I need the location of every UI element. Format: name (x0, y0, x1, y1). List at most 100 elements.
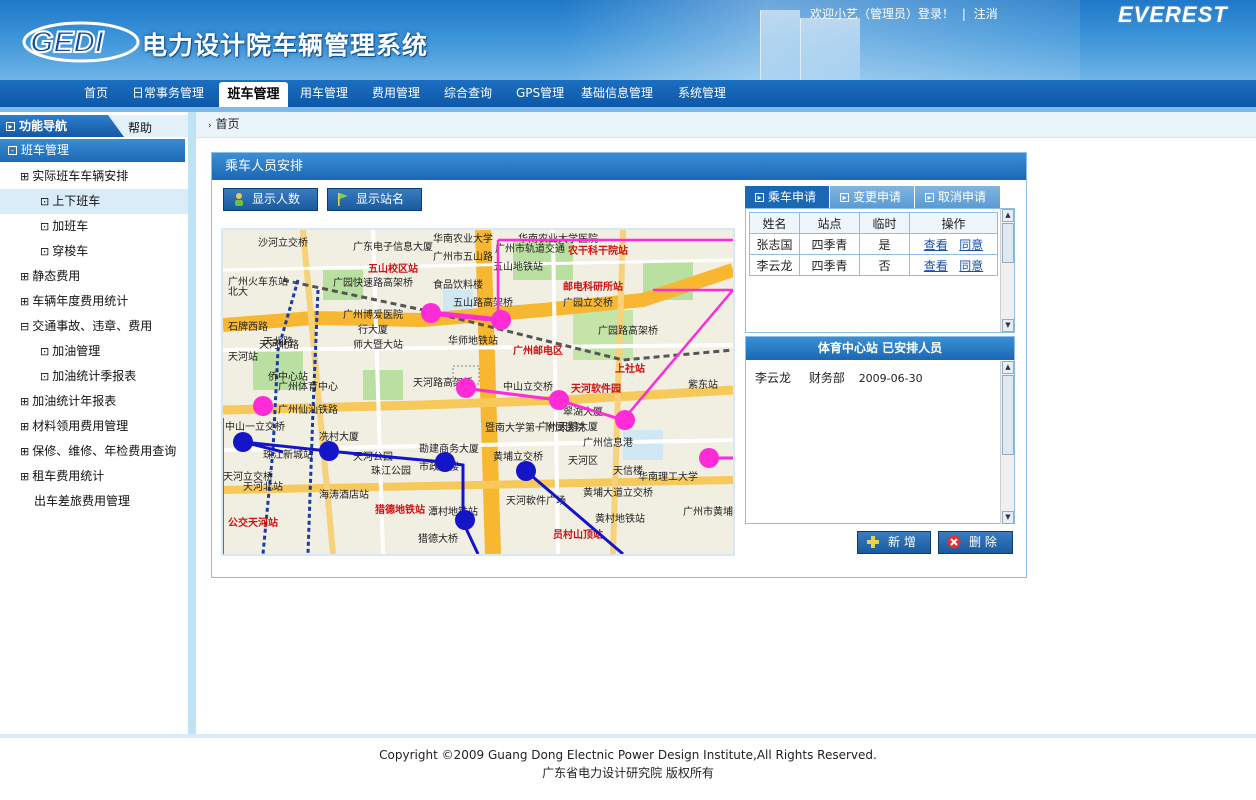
gedi-logo: GEDI (22, 21, 140, 63)
panel-title: 乘车人员安排 (212, 153, 1026, 180)
everest-logo: EVEREST (1118, 2, 1228, 27)
agree-link[interactable]: 同意 (959, 238, 983, 252)
nav-system[interactable]: 系统管理 (678, 84, 726, 101)
help-link[interactable]: 帮助 (128, 119, 152, 136)
delete-icon (947, 535, 961, 549)
grid-scrollbar[interactable]: ▲ ▼ (1000, 209, 1014, 332)
tab-expand-icon: ▸ (840, 193, 849, 202)
copyright: Copyright ©2009 Guang Dong Electnic Powe… (379, 748, 877, 762)
station-marker[interactable] (549, 390, 569, 410)
station-marker[interactable] (615, 410, 635, 430)
table-header-row: 姓名 站点 临时 操作 (749, 212, 998, 234)
map-label: 食品饮料楼 (433, 278, 483, 291)
agree-link[interactable]: 同意 (959, 259, 983, 273)
station-marker[interactable] (435, 452, 455, 472)
scroll-thumb[interactable] (1002, 223, 1014, 263)
nav-expense[interactable]: 费用管理 (372, 84, 420, 101)
tab-label: 功能导航 (19, 119, 68, 133)
breadcrumb-home[interactable]: 首页 (215, 117, 239, 131)
sidebar-item[interactable]: ⊟ 交通事故、违章、费用 (0, 314, 188, 339)
sidebar-item[interactable]: ⊞ 实际班车车辆安排 (0, 164, 188, 189)
group-label: 班车管理 (21, 143, 70, 157)
station-marker[interactable] (253, 396, 273, 416)
logout-link[interactable]: 注消 (974, 7, 998, 21)
station-marker[interactable] (455, 510, 475, 530)
sidebar-item-label: 保修、维修、年检费用查询 (32, 444, 177, 458)
sidebar-item-label: 静态费用 (32, 269, 81, 283)
tab-ride-request[interactable]: ▸ 乘车申请 (745, 186, 829, 208)
map-label: 紫东站 (688, 378, 718, 391)
staff-scrollbar[interactable]: ▲ ▼ (1000, 361, 1014, 524)
map-label: 师大暨大站 (353, 338, 403, 351)
sidebar-item-label: 交通事故、违章、费用 (32, 319, 153, 333)
scroll-thumb[interactable] (1002, 375, 1014, 455)
map-label: 广州仙汕铁路 (278, 403, 338, 416)
sidebar-item[interactable]: ⊞ 保修、维修、年检费用查询 (0, 439, 188, 464)
scroll-up-icon[interactable]: ▲ (1002, 209, 1014, 222)
sidebar-group-shuttle[interactable]: - 班车管理 (0, 139, 185, 162)
sidebar-item[interactable]: ⊞ 静态费用 (0, 264, 188, 289)
map-label: 猎德地铁站 (375, 503, 425, 516)
station-marker[interactable] (516, 461, 536, 481)
scroll-up-icon[interactable]: ▲ (1002, 361, 1014, 374)
view-link[interactable]: 查看 (924, 238, 948, 252)
map-label: 农干科干院站 (567, 244, 628, 257)
map-label: 黄埔立交桥 (493, 450, 543, 463)
tab-function-nav[interactable]: ▸ 功能导航 (0, 115, 124, 137)
scroll-down-icon[interactable]: ▼ (1002, 511, 1014, 524)
sidebar-item[interactable]: ⊡ 加油统计季报表 (0, 364, 188, 389)
request-grid: 姓名 站点 临时 操作 张志国 四季青 是 查看 同意 李云龙 四季青 否 查看… (745, 208, 1015, 333)
tab-label: 变更申请 (853, 190, 902, 204)
welcome-text: 欢迎小艺（管理员）登录！ (810, 7, 955, 21)
request-tabs: ▸ 乘车申请 ▸ 变更申请 ▸ 取消申请 (745, 186, 1015, 208)
station-marker[interactable] (233, 432, 253, 452)
sidebar-item[interactable]: ⊞ 材料领用费用管理 (0, 414, 188, 439)
sidebar-item[interactable]: ⊞ 车辆年度费用统计 (0, 289, 188, 314)
show-count-button[interactable]: 显示人数 (223, 188, 318, 211)
sidebar-item-label: 车辆年度费用统计 (32, 294, 129, 308)
sidebar-item-label: 加油统计年报表 (32, 394, 117, 408)
nav-query[interactable]: 综合查询 (444, 84, 492, 101)
collapse-icon: - (8, 146, 17, 155)
tab-label: 取消申请 (938, 190, 987, 204)
map-label: 五山路高架桥 (453, 296, 513, 309)
sidebar-item[interactable]: ⊞ 租车费用统计 (0, 464, 188, 489)
map-park (363, 370, 403, 400)
plus-icon (867, 536, 879, 548)
delete-button[interactable]: 删 除 (938, 531, 1013, 554)
station-marker[interactable] (456, 378, 476, 398)
sidebar-item[interactable]: ⊡ 加班车 (0, 214, 188, 239)
nav-gps[interactable]: GPS管理 (516, 84, 564, 101)
map-label: 沙河立交桥 (258, 236, 308, 249)
nav-vehicle-use[interactable]: 用车管理 (300, 84, 348, 101)
scroll-down-icon[interactable]: ▼ (1002, 319, 1014, 332)
sidebar-item-label: 材料领用费用管理 (32, 419, 129, 433)
nav-basic-info[interactable]: 基础信息管理 (581, 84, 653, 101)
map-label: 石牌西路 (228, 320, 268, 333)
sidebar-item[interactable]: ⊡ 穿梭车 (0, 239, 188, 264)
show-station-button[interactable]: 显示站名 (327, 188, 422, 211)
station-marker[interactable] (319, 441, 339, 461)
tree-toggle-icon: ⊞ (20, 295, 30, 308)
sidebar-item-label: 租车费用统计 (32, 469, 105, 483)
station-marker[interactable] (491, 310, 511, 330)
sidebar-item[interactable]: ⊡ 加油管理 (0, 339, 188, 364)
station-marker[interactable] (421, 303, 441, 323)
sidebar-item[interactable]: ⊡ 上下班车 (0, 189, 188, 214)
tab-change-request[interactable]: ▸ 变更申请 (830, 186, 914, 208)
tab-cancel-request[interactable]: ▸ 取消申请 (915, 186, 1000, 208)
view-link[interactable]: 查看 (924, 259, 948, 273)
map-label: 猎德大桥 (418, 532, 458, 545)
nav-daily-affairs[interactable]: 日常事务管理 (132, 84, 204, 101)
route-map[interactable]: 沙河立交桥 广东电子信息大厦 华南农业大学 华南农业大学医院 广州火车东站 五山校区站 广州… (221, 228, 735, 556)
nav-shuttle-management[interactable]: 班车管理 (219, 82, 288, 108)
sidebar-item[interactable]: 出车差旅费用管理 (0, 489, 188, 514)
nav-home[interactable]: 首页 (84, 84, 108, 101)
map-label: 华师地铁站 (448, 334, 498, 347)
map-label: 黄村地铁站 (595, 512, 645, 525)
main-nav: 首页 日常事务管理 班车管理 用车管理 费用管理 综合查询 GPS管理 基础信息… (0, 80, 1256, 108)
tree-toggle-icon: ⊞ (20, 395, 30, 408)
add-button[interactable]: 新 增 (857, 531, 931, 554)
sidebar-item[interactable]: ⊞ 加油统计年报表 (0, 389, 188, 414)
station-marker[interactable] (699, 448, 719, 468)
